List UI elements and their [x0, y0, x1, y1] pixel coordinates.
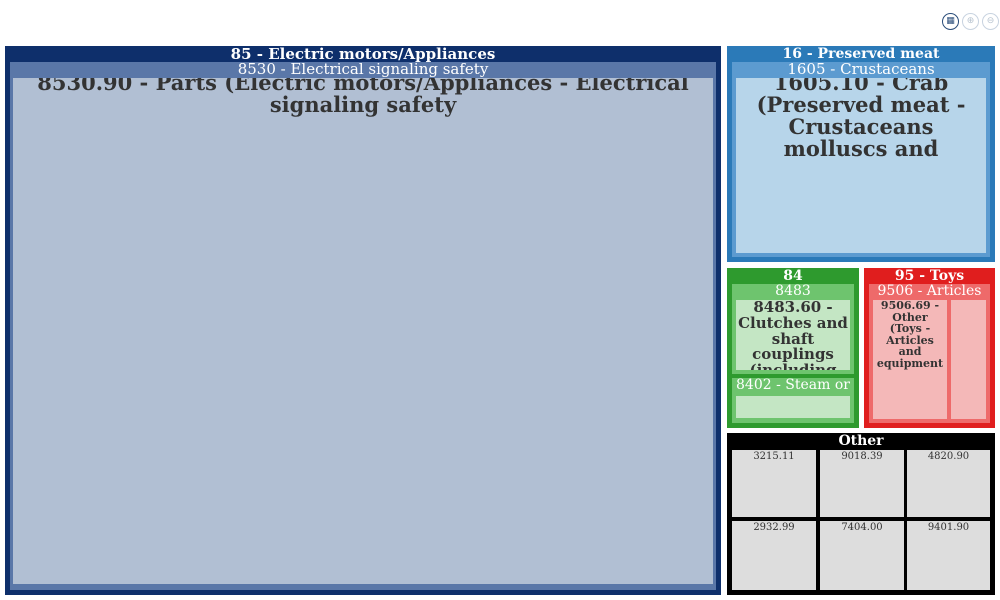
treemap-other-cell[interactable]: 3215.11 — [732, 450, 816, 517]
treemap-leaf[interactable]: 1605.10 - Crab (Preserved meat - Crustac… — [736, 78, 986, 253]
treemap-group[interactable]: 85 - Electric motors/Appliances 8530 - El… — [5, 46, 721, 595]
treemap-subgroup-label: 8483 — [775, 284, 811, 299]
treemap-leaf-label: 1605.10 - Crab (Preserved meat - Crustac… — [756, 78, 966, 162]
treemap-subgroup[interactable]: 9506 - Articles 9506.69 - Other (Toys - A… — [869, 284, 990, 423]
treemap-subgroup[interactable]: 8530 - Electrical signaling safety 8530.9… — [10, 62, 716, 590]
treemap-subgroup[interactable]: 8483 8483.60 - Clutches and shaft couplin… — [732, 284, 854, 374]
treemap-group-label: 95 - Toys — [894, 268, 965, 284]
treemap-leaf[interactable] — [951, 300, 986, 419]
treemap-other-cell[interactable]: 2932.99 — [732, 521, 816, 590]
treemap-other-cell[interactable]: 9018.39 — [820, 450, 904, 517]
treemap-subgroup-label: 8530 - Electrical signaling safety — [237, 62, 489, 77]
treemap-group[interactable]: 16 - Preserved meat 1605 - Crustaceans 160… — [727, 46, 995, 262]
treemap-group-label: Other — [838, 433, 884, 449]
zoom-in-icon[interactable]: ⊕ — [962, 13, 979, 30]
treemap-leaf[interactable]: 8483.60 - Clutches and shaft couplings (… — [736, 300, 850, 370]
treemap-other-cell[interactable]: 9401.90 — [907, 521, 990, 590]
treemap-other-cell[interactable]: 4820.90 — [907, 450, 990, 517]
treemap-subgroup-label: 9506 - Articles — [877, 284, 982, 299]
treemap-leaf[interactable]: 8530.90 - Parts (Electric motors/Applian… — [13, 78, 713, 584]
treemap-other-cell[interactable]: 7404.00 — [820, 521, 904, 590]
treemap-group[interactable]: 95 - Toys 9506 - Articles 9506.69 - Other … — [864, 268, 995, 428]
treemap-group-label: 16 - Preserved meat — [782, 46, 940, 62]
treemap-group-other[interactable]: Other 3215.11 9018.39 4820.90 2932.99 7404.00… — [727, 433, 995, 595]
table-icon[interactable]: ▦ — [942, 13, 959, 30]
treemap-group-label: 85 - Electric motors/Appliances — [230, 46, 496, 62]
treemap-subgroup-label: 1605 - Crustaceans — [787, 62, 935, 77]
treemap-leaf-label: 9506.69 - Other (Toys - Articles and equ… — [876, 300, 944, 370]
treemap-group-label: 84 — [783, 268, 803, 284]
treemap-subgroup-label: 8402 - Steam or — [736, 378, 850, 393]
zoom-out-icon[interactable]: ⊖ — [982, 13, 999, 30]
treemap-leaf-label: 8530.90 - Parts (Electric motors/Applian… — [37, 78, 689, 118]
treemap-leaf-label: 8483.60 - Clutches and shaft couplings (… — [738, 300, 848, 370]
treemap-subgroup[interactable]: 8402 - Steam or — [732, 378, 854, 423]
treemap-group[interactable]: 84 8483 8483.60 - Clutches and shaft coupl… — [727, 268, 859, 428]
treemap-subgroup[interactable]: 1605 - Crustaceans 1605.10 - Crab (Preser… — [732, 62, 990, 257]
treemap-leaf[interactable]: 9506.69 - Other (Toys - Articles and equ… — [873, 300, 947, 419]
treemap-leaf[interactable] — [736, 396, 850, 418]
